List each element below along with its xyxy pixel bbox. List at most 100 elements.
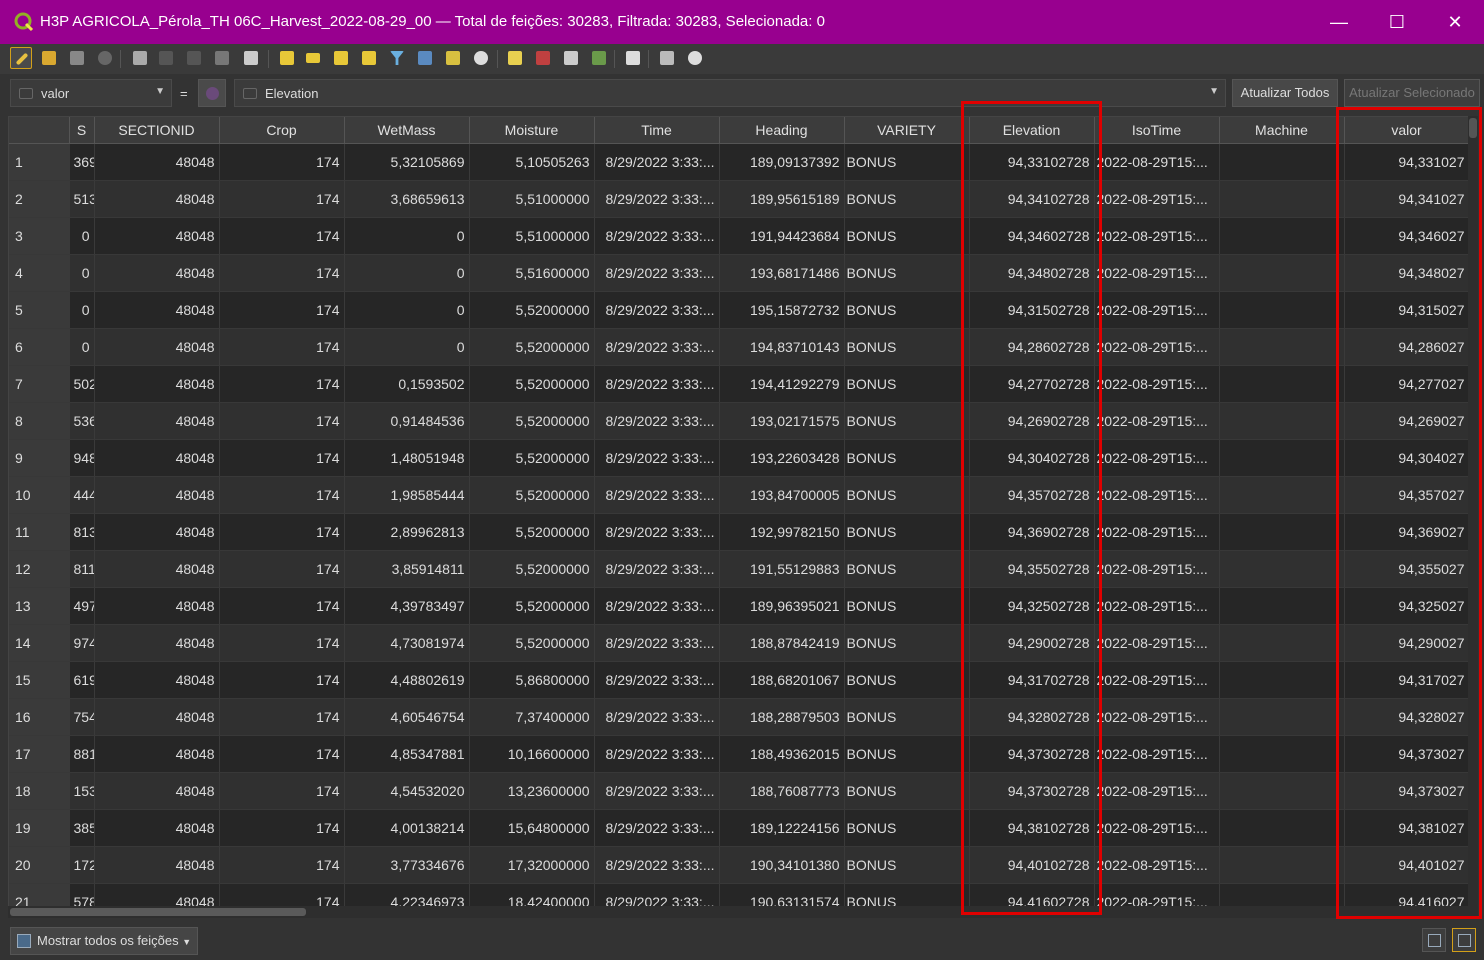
cell-moisture[interactable]: 5,51600000 bbox=[469, 254, 595, 292]
cell-s[interactable]: 172 bbox=[69, 846, 95, 884]
cell-elevation[interactable]: 94,37302728 bbox=[969, 772, 1095, 810]
pan-to-selected-icon[interactable] bbox=[442, 47, 464, 69]
column-header-machine[interactable]: Machine bbox=[1219, 117, 1345, 144]
cell-elevation[interactable]: 94,27702728 bbox=[969, 365, 1095, 403]
cell-time[interactable]: 8/29/2022 3:33:... bbox=[594, 513, 720, 551]
cell-wetmass[interactable]: 1,98585444 bbox=[344, 476, 470, 514]
table-row[interactable]: 20172480481743,7733467617,320000008/29/2… bbox=[9, 846, 1470, 884]
cell-sectionid[interactable]: 48048 bbox=[94, 439, 220, 477]
cell-crop[interactable]: 174 bbox=[219, 143, 345, 181]
cell-heading[interactable]: 191,55129883 bbox=[719, 550, 845, 588]
row-number[interactable]: 7 bbox=[9, 365, 70, 403]
cell-s[interactable]: 948 bbox=[69, 439, 95, 477]
cell-elevation[interactable]: 94,32502728 bbox=[969, 587, 1095, 625]
cell-crop[interactable]: 174 bbox=[219, 291, 345, 329]
cell-s[interactable]: 444 bbox=[69, 476, 95, 514]
cell-crop[interactable]: 174 bbox=[219, 513, 345, 551]
cell-machine[interactable] bbox=[1219, 217, 1345, 255]
table-view-icon[interactable] bbox=[1452, 928, 1476, 952]
cell-crop[interactable]: 174 bbox=[219, 661, 345, 699]
cell-heading[interactable]: 192,99782150 bbox=[719, 513, 845, 551]
cell-crop[interactable]: 174 bbox=[219, 180, 345, 218]
table-row[interactable]: 8536480481740,914845365,520000008/29/202… bbox=[9, 402, 1470, 440]
cell-valor[interactable]: 94,304027 bbox=[1344, 439, 1470, 477]
cell-time[interactable]: 8/29/2022 3:33:... bbox=[594, 846, 720, 884]
cell-variety[interactable]: BONUS bbox=[844, 809, 970, 847]
cell-sectionid[interactable]: 48048 bbox=[94, 661, 220, 699]
expression-input[interactable]: Elevation ▼ bbox=[234, 79, 1226, 107]
table-row[interactable]: 1369480481745,321058695,105052638/29/202… bbox=[9, 143, 1470, 181]
column-header-time[interactable]: Time bbox=[594, 117, 720, 144]
cell-heading[interactable]: 189,09137392 bbox=[719, 143, 845, 181]
cell-variety[interactable]: BONUS bbox=[844, 217, 970, 255]
cell-isotime[interactable]: 2022-08-29T15:... bbox=[1094, 809, 1220, 847]
table-row[interactable]: 11813480481742,899628135,520000008/29/20… bbox=[9, 513, 1470, 551]
cell-sectionid[interactable]: 48048 bbox=[94, 846, 220, 884]
cell-heading[interactable]: 193,22603428 bbox=[719, 439, 845, 477]
cell-valor[interactable]: 94,401027 bbox=[1344, 846, 1470, 884]
cell-variety[interactable]: BONUS bbox=[844, 846, 970, 884]
cell-valor[interactable]: 94,369027 bbox=[1344, 513, 1470, 551]
cell-time[interactable]: 8/29/2022 3:33:... bbox=[594, 143, 720, 181]
cell-moisture[interactable]: 5,52000000 bbox=[469, 365, 595, 403]
cell-heading[interactable]: 188,49362015 bbox=[719, 735, 845, 773]
cell-time[interactable]: 8/29/2022 3:33:... bbox=[594, 328, 720, 366]
cell-wetmass[interactable]: 3,68659613 bbox=[344, 180, 470, 218]
update-selected-button[interactable]: Atualizar Selecionado bbox=[1344, 79, 1480, 107]
cell-elevation[interactable]: 94,34102728 bbox=[969, 180, 1095, 218]
cell-time[interactable]: 8/29/2022 3:33:... bbox=[594, 772, 720, 810]
cell-moisture[interactable]: 17,32000000 bbox=[469, 846, 595, 884]
minimize-button[interactable]: — bbox=[1310, 0, 1368, 44]
cell-isotime[interactable]: 2022-08-29T15:... bbox=[1094, 513, 1220, 551]
cell-moisture[interactable]: 15,64800000 bbox=[469, 809, 595, 847]
row-number[interactable]: 13 bbox=[9, 587, 70, 625]
table-row[interactable]: 2513480481743,686596135,510000008/29/202… bbox=[9, 180, 1470, 218]
cell-s[interactable]: 754 bbox=[69, 698, 95, 736]
column-header-heading[interactable]: Heading bbox=[719, 117, 845, 144]
table-row[interactable]: 9948480481741,480519485,520000008/29/202… bbox=[9, 439, 1470, 477]
cell-valor[interactable]: 94,341027 bbox=[1344, 180, 1470, 218]
cell-isotime[interactable]: 2022-08-29T15:... bbox=[1094, 661, 1220, 699]
cell-machine[interactable] bbox=[1219, 735, 1345, 773]
cell-sectionid[interactable]: 48048 bbox=[94, 587, 220, 625]
cell-valor[interactable]: 94,373027 bbox=[1344, 735, 1470, 773]
cell-time[interactable]: 8/29/2022 3:33:... bbox=[594, 402, 720, 440]
table-row[interactable]: 5 0 48048 174 0 5,52000000 8/29/2022 3:33:... 1… bbox=[9, 291, 1470, 329]
cell-machine[interactable] bbox=[1219, 476, 1345, 514]
cell-wetmass[interactable]: 0 bbox=[344, 291, 470, 329]
cell-time[interactable]: 8/29/2022 3:33:... bbox=[594, 735, 720, 773]
column-header-isotime[interactable]: IsoTime bbox=[1094, 117, 1220, 144]
cell-moisture[interactable]: 5,86800000 bbox=[469, 661, 595, 699]
cell-machine[interactable] bbox=[1219, 365, 1345, 403]
expression-builder-button[interactable] bbox=[198, 79, 226, 107]
cell-crop[interactable]: 174 bbox=[219, 328, 345, 366]
cell-isotime[interactable]: 2022-08-29T15:... bbox=[1094, 439, 1220, 477]
cell-isotime[interactable]: 2022-08-29T15:... bbox=[1094, 587, 1220, 625]
cell-crop[interactable]: 174 bbox=[219, 772, 345, 810]
row-number[interactable]: 6 bbox=[9, 328, 70, 366]
cell-wetmass[interactable]: 4,54532020 bbox=[344, 772, 470, 810]
cell-wetmass[interactable]: 0 bbox=[344, 254, 470, 292]
deselect-all-icon[interactable] bbox=[358, 47, 380, 69]
row-number[interactable]: 20 bbox=[9, 846, 70, 884]
table-row[interactable]: 14974480481744,730819745,520000008/29/20… bbox=[9, 624, 1470, 662]
cell-elevation[interactable]: 94,36902728 bbox=[969, 513, 1095, 551]
cell-heading[interactable]: 193,68171486 bbox=[719, 254, 845, 292]
cell-isotime[interactable]: 2022-08-29T15:... bbox=[1094, 846, 1220, 884]
field-calculator-icon[interactable] bbox=[560, 47, 582, 69]
select-by-expression-icon[interactable] bbox=[276, 47, 298, 69]
cell-machine[interactable] bbox=[1219, 550, 1345, 588]
column-header-crop[interactable]: Crop bbox=[219, 117, 345, 144]
cell-time[interactable]: 8/29/2022 3:33:... bbox=[594, 217, 720, 255]
cell-wetmass[interactable]: 3,85914811 bbox=[344, 550, 470, 588]
cell-valor[interactable]: 94,373027 bbox=[1344, 772, 1470, 810]
row-number[interactable]: 18 bbox=[9, 772, 70, 810]
cell-isotime[interactable]: 2022-08-29T15:... bbox=[1094, 476, 1220, 514]
table-row[interactable]: 18153480481744,5453202013,236000008/29/2… bbox=[9, 772, 1470, 810]
cell-sectionid[interactable]: 48048 bbox=[94, 254, 220, 292]
cell-wetmass[interactable]: 1,48051948 bbox=[344, 439, 470, 477]
cell-elevation[interactable]: 94,35702728 bbox=[969, 476, 1095, 514]
cell-sectionid[interactable]: 48048 bbox=[94, 624, 220, 662]
cell-wetmass[interactable]: 2,89962813 bbox=[344, 513, 470, 551]
cell-machine[interactable] bbox=[1219, 513, 1345, 551]
